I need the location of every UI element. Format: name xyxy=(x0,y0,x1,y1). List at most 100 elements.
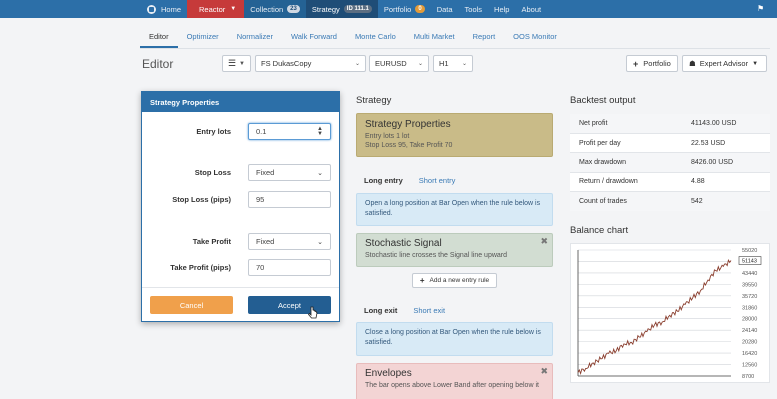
nav-about[interactable]: About xyxy=(515,0,547,18)
cancel-button[interactable]: Cancel xyxy=(150,296,233,314)
nav-help[interactable]: Help xyxy=(488,0,515,18)
portfolio-button[interactable]: + Portfolio xyxy=(626,55,678,72)
metric-value: 22.53 USD xyxy=(682,132,770,153)
tab-normalizer[interactable]: Normalizer xyxy=(228,28,282,48)
take-profit-pips-input[interactable]: 70 xyxy=(248,259,331,276)
table-row: Profit per day 22.53 USD xyxy=(570,132,770,153)
nav-tools[interactable]: Tools xyxy=(459,0,489,18)
entry-lots-summary: Entry lots 1 lot xyxy=(365,133,410,140)
chevron-down-icon: ⌄ xyxy=(354,61,360,67)
period-select[interactable]: H1 ⌄ xyxy=(433,55,473,72)
take-profit-select[interactable]: Fixed ⌄ xyxy=(248,233,331,250)
table-row: Net profit 41143.00 USD xyxy=(570,114,770,134)
menu-button[interactable]: ☰ ▼ xyxy=(222,55,251,72)
nav-reactor[interactable]: Reactor ▼ xyxy=(187,0,245,18)
expert-advisor-button[interactable]: ☗ Expert Advisor ▼ xyxy=(682,55,767,72)
metric-value: 41143.00 USD xyxy=(682,114,770,134)
y-tick-label: 43440 xyxy=(742,271,757,277)
entry-rule-title: Stochastic Signal xyxy=(365,238,442,249)
y-tick-label: 16420 xyxy=(742,351,757,357)
entry-lots-label: Entry lots xyxy=(196,127,231,136)
tab-short-exit[interactable]: Short exit xyxy=(405,303,453,319)
y-tick-label: 39550 xyxy=(742,282,757,288)
take-profit-pips-label: Take Profit (pips) xyxy=(170,263,231,272)
mouse-cursor-icon xyxy=(308,306,318,319)
balance-line xyxy=(577,258,732,375)
balance-chart: 5502047330434403955035720318602800024140… xyxy=(570,243,770,383)
tab-optimizer[interactable]: Optimizer xyxy=(178,28,228,48)
y-tick-label: 24140 xyxy=(742,328,757,334)
tab-monte-carlo[interactable]: Monte Carlo xyxy=(346,28,405,48)
accept-button[interactable]: Accept xyxy=(248,296,331,314)
tab-walk-forward[interactable]: Walk Forward xyxy=(282,28,346,48)
spinner-icon[interactable]: ▲ ▼ xyxy=(317,126,323,137)
nav-home[interactable]: Home xyxy=(0,0,187,18)
exit-tabs: Long exit Short exit xyxy=(356,303,453,319)
entry-rule-card[interactable]: Stochastic Signal Stochastic line crosse… xyxy=(356,233,553,267)
strategy-id-badge: ID 111.1 xyxy=(343,5,372,13)
caret-down-icon: ▼ xyxy=(239,60,245,67)
stop-take-summary: Stop Loss 95, Take Profit 70 xyxy=(365,142,453,149)
tab-editor[interactable]: Editor xyxy=(140,28,178,48)
robot-icon: ☗ xyxy=(689,59,696,68)
exit-info: Close a long position at Bar Open when t… xyxy=(356,322,553,356)
sub-navbar: Editor Optimizer Normalizer Walk Forward… xyxy=(140,28,566,48)
stop-loss-pips-label: Stop Loss (pips) xyxy=(172,195,231,204)
stop-loss-select[interactable]: Fixed ⌄ xyxy=(248,164,331,181)
metric-label: Profit per day xyxy=(570,132,682,153)
table-row: Count of trades 542 xyxy=(570,191,770,211)
backtest-heading: Backtest output xyxy=(570,95,636,106)
metric-label: Return / drawdown xyxy=(570,171,682,192)
tab-oos-monitor[interactable]: OOS Monitor xyxy=(504,28,566,48)
y-tick-label: 55020 xyxy=(742,248,757,254)
dialog-title: Strategy Properties xyxy=(142,92,339,112)
strategy-properties-card[interactable]: Strategy Properties Entry lots 1 lot Sto… xyxy=(356,113,553,157)
stop-loss-label: Stop Loss xyxy=(194,168,231,177)
take-profit-label: Take Profit xyxy=(192,237,231,246)
portfolio-count-badge: 0 xyxy=(415,5,425,13)
tab-long-exit[interactable]: Long exit xyxy=(356,303,405,319)
exit-rule-card[interactable]: Envelopes The bar opens above Lower Band… xyxy=(356,363,553,399)
nav-collection[interactable]: Collection 23 xyxy=(244,0,306,18)
y-tick-label: 35720 xyxy=(742,294,757,300)
balance-chart-heading: Balance chart xyxy=(570,225,629,236)
table-row: Return / drawdown 4.88 xyxy=(570,171,770,192)
strategy-properties-title: Strategy Properties xyxy=(365,119,451,130)
strategy-properties-dialog: Strategy Properties Entry lots 0.1 ▲ ▼ Sto… xyxy=(141,91,340,322)
plus-icon: + xyxy=(633,58,639,69)
close-icon[interactable]: ✖ xyxy=(540,366,548,377)
data-source-select[interactable]: FS DukasCopy ⌄ xyxy=(255,55,366,72)
table-row: Max drawdown 8426.00 USD xyxy=(570,152,770,173)
caret-down-icon: ▼ xyxy=(230,6,237,12)
stop-loss-pips-input[interactable]: 95 xyxy=(248,191,331,208)
chevron-down-icon: ⌄ xyxy=(317,169,323,177)
hamburger-icon: ☰ xyxy=(228,58,237,68)
add-entry-rule-button[interactable]: + Add a new entry rule xyxy=(412,273,497,288)
backtest-table: Net profit 41143.00 USD Profit per day 22.… xyxy=(570,114,770,211)
y-tick-label: 28000 xyxy=(742,317,757,323)
chevron-down-icon: ⌄ xyxy=(317,238,323,246)
top-navbar: Home Reactor ▼ Collection 23 Strategy ID 11… xyxy=(0,0,777,18)
symbol-select[interactable]: EURUSD ⌄ xyxy=(369,55,429,72)
metric-label: Net profit xyxy=(570,114,682,134)
tab-short-entry[interactable]: Short entry xyxy=(411,173,464,189)
y-tick-label: 8700 xyxy=(742,374,754,380)
metric-value: 542 xyxy=(682,191,770,211)
entry-lots-input[interactable]: 0.1 ▲ ▼ xyxy=(248,123,331,140)
close-icon[interactable]: ✖ xyxy=(540,236,548,247)
y-tick-label: 31860 xyxy=(742,305,757,311)
metric-value: 4.88 xyxy=(682,171,770,192)
strategy-heading: Strategy xyxy=(356,95,392,106)
chevron-down-icon: ⌄ xyxy=(417,61,423,67)
home-icon xyxy=(147,4,156,14)
tab-multi-market[interactable]: Multi Market xyxy=(405,28,464,48)
tab-long-entry[interactable]: Long entry xyxy=(356,173,411,189)
chevron-down-icon: ⌄ xyxy=(461,61,467,67)
nav-strategy[interactable]: Strategy ID 111.1 xyxy=(305,0,378,18)
collection-count-badge: 23 xyxy=(287,5,300,13)
tab-report[interactable]: Report xyxy=(464,28,505,48)
flag-icon[interactable]: ⚑ xyxy=(757,4,767,14)
nav-portfolio[interactable]: Portfolio 0 xyxy=(378,0,431,18)
nav-data[interactable]: Data xyxy=(431,0,459,18)
dialog-divider xyxy=(142,287,339,288)
